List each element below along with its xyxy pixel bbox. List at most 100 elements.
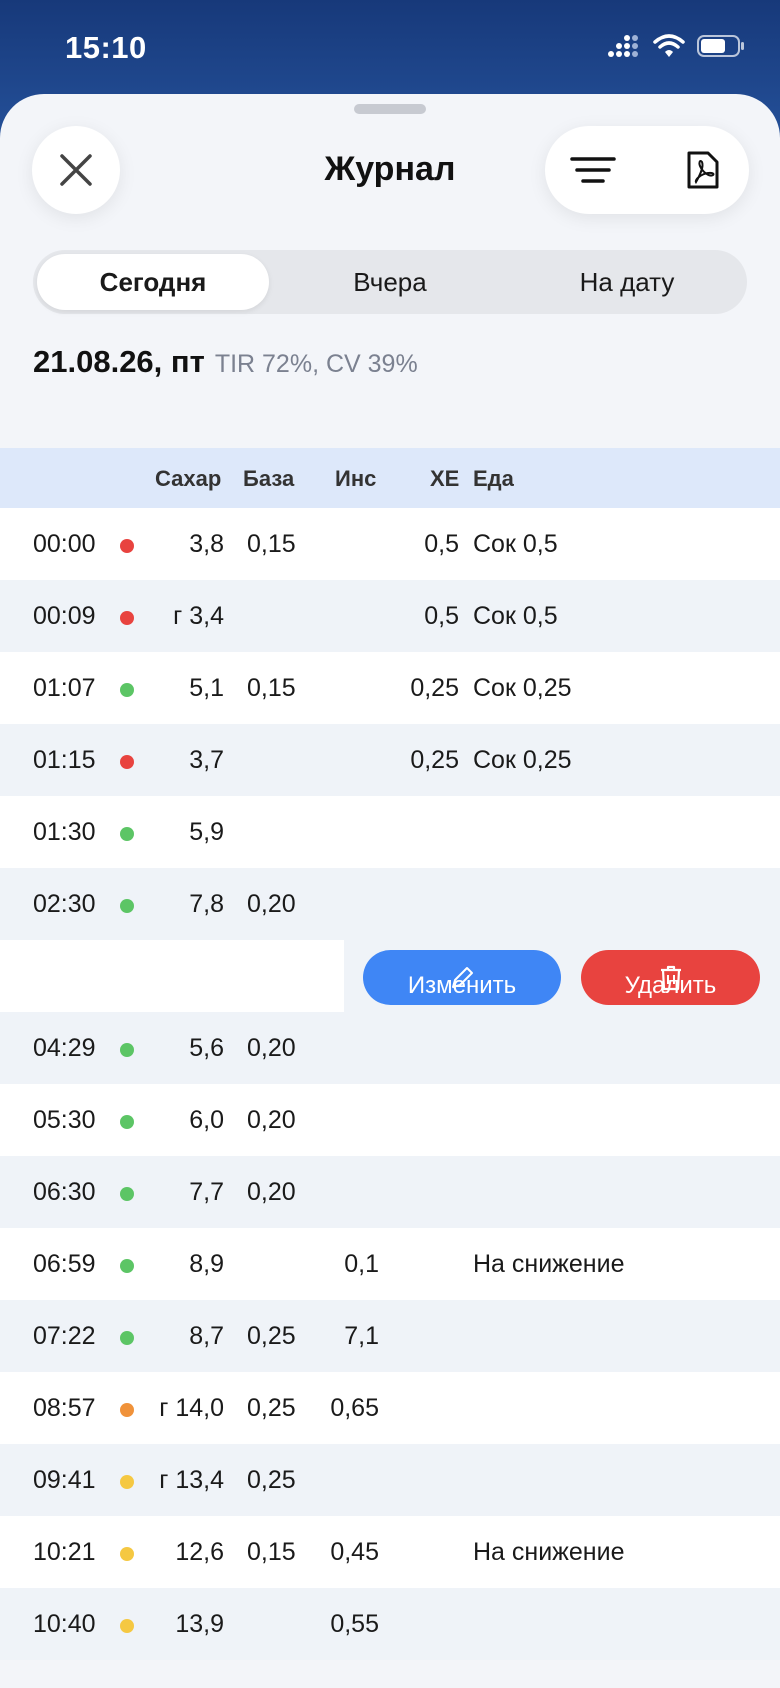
sugar-status-dot	[120, 1619, 134, 1633]
swiped-row-content	[0, 940, 344, 1012]
row-basal: 0,15	[247, 530, 296, 558]
row-ins: 0,1	[344, 1250, 379, 1278]
day-header: 21.08.26, пт TIR 72%, CV 39%	[33, 344, 418, 380]
wifi-icon	[653, 34, 685, 57]
table-row[interactable]: 07:22 8,7 0,25 7,1	[0, 1300, 780, 1372]
delete-button[interactable]: Удалить	[581, 950, 760, 1005]
row-food: На снижение	[473, 1250, 625, 1278]
row-xe: 0,25	[410, 674, 459, 702]
table-row[interactable]: 00:09 г 3,4 0,5 Сок 0,5	[0, 580, 780, 652]
day-date: 21.08.26, пт	[33, 344, 205, 379]
sugar-status-dot	[120, 1187, 134, 1201]
row-time: 09:41	[33, 1466, 96, 1494]
journal-table: 00:00 3,8 0,15 0,5 Сок 0,5 00:09 г 3,4 0,5 Сок 0…	[0, 508, 780, 1660]
row-basal: 0,25	[247, 1394, 296, 1422]
table-row[interactable]: 10:21 12,6 0,15 0,45 На снижение	[0, 1516, 780, 1588]
row-food: Сок 0,5	[473, 530, 558, 558]
pdf-icon	[687, 151, 719, 189]
row-basal: 0,25	[247, 1322, 296, 1350]
sugar-status-dot	[120, 1331, 134, 1345]
table-row[interactable]: 06:30 7,7 0,20	[0, 1156, 780, 1228]
table-row[interactable]: 01:30 5,9	[0, 796, 780, 868]
row-time: 05:30	[33, 1106, 96, 1134]
row-sugar: г 3,4	[173, 602, 224, 630]
edit-label: Изменить	[407, 972, 517, 999]
day-stats: TIR 72%, CV 39%	[214, 350, 418, 378]
sugar-status-dot	[120, 1043, 134, 1057]
sugar-status-dot	[120, 611, 134, 625]
sugar-status-dot	[120, 1115, 134, 1129]
row-time: 07:22	[33, 1322, 96, 1350]
row-sugar: 7,7	[189, 1178, 224, 1206]
sugar-status-dot	[120, 755, 134, 769]
row-sugar: 8,7	[189, 1322, 224, 1350]
filter-button[interactable]	[569, 148, 617, 192]
table-row[interactable]: 00:00 3,8 0,15 0,5 Сок 0,5	[0, 508, 780, 580]
row-food: На снижение	[473, 1538, 625, 1566]
sugar-status-dot	[120, 1547, 134, 1561]
table-row[interactable]: 09:41 г 13,4 0,25	[0, 1444, 780, 1516]
table-header: Сахар База Инс ХЕ Еда	[0, 448, 780, 508]
export-pdf-button[interactable]	[681, 148, 725, 192]
table-row[interactable]: 05:30 6,0 0,20	[0, 1084, 780, 1156]
table-row[interactable]: 08:57 г 14,0 0,25 0,65	[0, 1372, 780, 1444]
row-sugar: 6,0	[189, 1106, 224, 1134]
row-sugar: 3,8	[189, 530, 224, 558]
tab-yesterday[interactable]: Вчера	[274, 254, 506, 310]
date-segmented-control: Сегодня Вчера На дату	[33, 250, 747, 314]
tab-today[interactable]: Сегодня	[37, 254, 269, 310]
row-time: 06:30	[33, 1178, 96, 1206]
journal-sheet: Журнал Сегодня Вчера На дату 21.08.26, п…	[0, 94, 780, 1688]
row-sugar: 13,9	[175, 1610, 224, 1638]
row-sugar: 8,9	[189, 1250, 224, 1278]
sheet-grabber[interactable]	[354, 104, 426, 114]
table-row[interactable]: 02:30 7,8 0,20	[0, 868, 780, 940]
filter-icon	[570, 157, 616, 183]
status-time: 15:10	[65, 30, 147, 65]
row-sugar: г 13,4	[159, 1466, 224, 1494]
row-time: 08:57	[33, 1394, 96, 1422]
column-ins: Инс	[335, 466, 377, 491]
edit-button[interactable]: Изменить	[363, 950, 561, 1005]
row-sugar: 12,6	[175, 1538, 224, 1566]
sugar-status-dot	[120, 683, 134, 697]
row-xe: 0,25	[410, 746, 459, 774]
table-row[interactable]: 01:15 3,7 0,25 Сок 0,25	[0, 724, 780, 796]
tab-on-date[interactable]: На дату	[511, 254, 743, 310]
header-actions	[545, 126, 749, 214]
table-row-swiped: Изменить Удалить	[0, 940, 780, 1012]
row-basal: 0,20	[247, 890, 296, 918]
row-xe: 0,5	[424, 602, 459, 630]
signal-icon	[608, 35, 638, 57]
row-sugar: 7,8	[189, 890, 224, 918]
row-ins: 0,45	[330, 1538, 379, 1566]
row-ins: 0,55	[330, 1610, 379, 1638]
sugar-status-dot	[120, 1403, 134, 1417]
row-time: 06:59	[33, 1250, 96, 1278]
table-row[interactable]: 06:59 8,9 0,1 На снижение	[0, 1228, 780, 1300]
battery-icon	[697, 35, 744, 57]
row-food: Сок 0,5	[473, 602, 558, 630]
row-sugar: 5,1	[189, 674, 224, 702]
row-sugar: 5,6	[189, 1034, 224, 1062]
table-row[interactable]: 10:40 13,9 0,55	[0, 1588, 780, 1660]
sugar-status-dot	[120, 899, 134, 913]
table-row[interactable]: 04:29 5,6 0,20	[0, 1012, 780, 1084]
delete-label: Удалить	[624, 972, 717, 999]
sugar-status-dot	[120, 539, 134, 553]
row-time: 00:00	[33, 530, 96, 558]
row-time: 10:21	[33, 1538, 96, 1566]
column-sugar: Сахар	[155, 466, 222, 491]
table-row[interactable]: 01:07 5,1 0,15 0,25 Сок 0,25	[0, 652, 780, 724]
sugar-status-dot	[120, 1259, 134, 1273]
row-time: 01:07	[33, 674, 96, 702]
row-basal: 0,20	[247, 1034, 296, 1062]
row-basal: 0,15	[247, 674, 296, 702]
row-time: 10:40	[33, 1610, 96, 1638]
column-basal: База	[243, 466, 295, 491]
status-icons	[607, 34, 745, 58]
row-basal: 0,20	[247, 1106, 296, 1134]
row-time: 01:15	[33, 746, 96, 774]
row-time: 02:30	[33, 890, 96, 918]
row-basal: 0,25	[247, 1466, 296, 1494]
